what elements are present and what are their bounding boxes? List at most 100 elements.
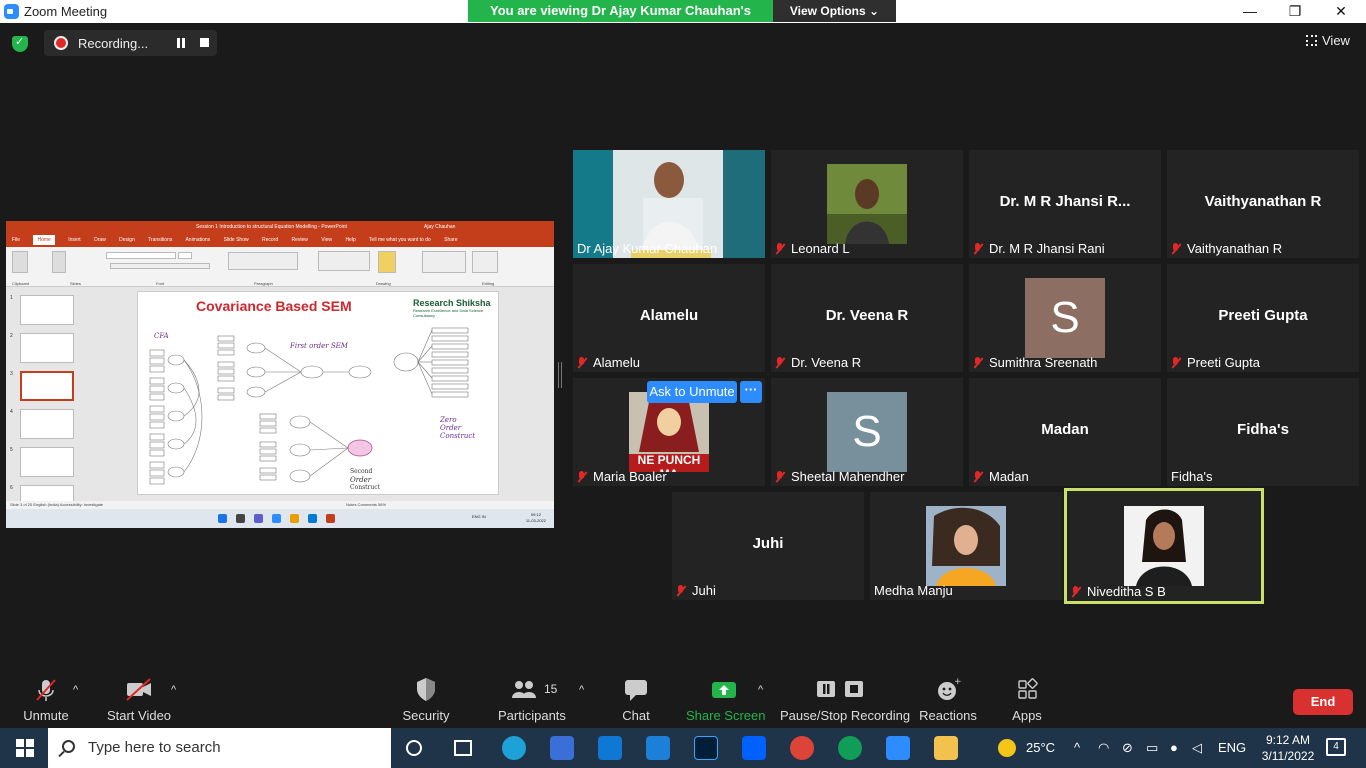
participant-display-name: Juhi (752, 535, 784, 552)
chat-label: Chat (622, 708, 650, 723)
people-glyph (512, 681, 536, 698)
shared-powerpoint-icon (326, 514, 335, 523)
weather-sun-icon[interactable] (998, 739, 1016, 757)
view-options-button[interactable]: View Options ⌄ (773, 0, 896, 22)
chat-button[interactable]: Chat (612, 674, 660, 728)
ppt-titlebar: Session 1 Introduction to structural Equ… (6, 221, 554, 233)
chrome-icon[interactable] (790, 736, 814, 760)
photoshop-icon[interactable] (694, 736, 718, 760)
store-icon[interactable] (550, 736, 574, 760)
muted-mic-icon (775, 471, 785, 483)
battery-icon[interactable]: ▭ (1146, 728, 1158, 768)
video-tile-veena[interactable]: Dr. Veena R Dr. Veena R (771, 264, 963, 372)
splitter-handle[interactable] (558, 362, 562, 388)
mail-icon[interactable] (598, 736, 622, 760)
cortana-icon[interactable] (406, 740, 422, 756)
notification-center-icon[interactable]: 4 (1326, 738, 1346, 756)
video-tile-sumithra[interactable]: S Sumithra Sreenath (969, 264, 1161, 372)
task-view-icon[interactable] (454, 740, 472, 756)
viewing-banner: You are viewing Dr Ajay Kumar Chauhan's … (468, 0, 773, 40)
ppt-tab-animations: Animations (185, 237, 211, 243)
edge-icon[interactable] (502, 736, 526, 760)
ask-to-unmute-button[interactable]: Ask to Unmute (647, 381, 737, 403)
ppt-tab-view: View (321, 237, 333, 243)
video-tile-juhi[interactable]: Juhi Juhi (672, 492, 864, 600)
slide-thumb (20, 295, 74, 325)
video-tile-madan[interactable]: Madan Madan (969, 378, 1161, 486)
encryption-shield-icon[interactable] (12, 35, 28, 52)
dropbox-icon[interactable] (742, 736, 766, 760)
video-tile-host[interactable]: Dr Ajay Kumar Chauhan (573, 150, 765, 258)
pause-recording-icon[interactable] (174, 36, 188, 50)
start-tile (26, 749, 34, 757)
ppt-shape-format (422, 251, 466, 273)
weather-temp[interactable]: 25°C (1026, 728, 1055, 768)
thumb-num: 3 (10, 371, 13, 377)
file-explorer-icon[interactable] (934, 736, 958, 760)
wifi-icon[interactable]: ◠ (1098, 728, 1109, 768)
more-options-button[interactable]: ··· (740, 381, 762, 403)
participants-button[interactable]: 15 Participants (498, 674, 566, 728)
reactions-icon: + (918, 674, 978, 704)
ppt-tab-draw: Draw (94, 237, 106, 243)
video-tile-preeti[interactable]: Preeti Gupta Preeti Gupta (1167, 264, 1359, 372)
shared-teams-icon (254, 514, 263, 523)
ppt-paste-icon (12, 251, 28, 273)
security-button[interactable]: Security (396, 674, 456, 728)
input-language[interactable]: ENG (1218, 728, 1246, 768)
participants-caret-icon[interactable]: ^ (579, 684, 584, 696)
stop-recording-icon[interactable] (200, 38, 209, 47)
participant-name: Dr. Veena R (791, 355, 862, 370)
skype-icon[interactable] (646, 736, 670, 760)
start-video-button[interactable]: Start Video (104, 674, 174, 728)
camera-glyph (126, 678, 151, 701)
volume-icon[interactable]: ◁ (1192, 728, 1202, 768)
reactions-button[interactable]: + Reactions (918, 674, 978, 728)
video-options-caret-icon[interactable]: ^ (171, 684, 176, 696)
windows-start-button[interactable] (16, 739, 34, 757)
video-tile-fidha[interactable]: Fidha's Fidha's (1167, 378, 1359, 486)
tray-expand-icon[interactable]: ^ (1074, 728, 1080, 768)
network-error-icon[interactable]: ⊘ (1122, 728, 1133, 768)
muted-mic-icon (973, 357, 983, 369)
muted-mic-icon (1171, 243, 1181, 255)
participant-display-name: Dr. Veena R (825, 307, 909, 324)
restore-icon[interactable]: ❐ (1272, 0, 1318, 23)
slide-thumb-selected (20, 371, 74, 401)
ppt-tab-insert: Insert (68, 237, 81, 243)
share-caret-icon[interactable]: ^ (758, 684, 763, 696)
participant-name: Leonard L (791, 241, 850, 256)
view-button[interactable]: View (1306, 33, 1350, 48)
chrome-profile-icon[interactable] (838, 736, 862, 760)
taskbar-clock[interactable]: 9:12 AM 3/11/2022 (1258, 732, 1318, 764)
share-screen-label: Share Screen (686, 708, 766, 723)
zoom-taskbar-icon[interactable] (886, 736, 910, 760)
video-tile-vaithyanathan[interactable]: Vaithyanathan R Vaithyanathan R (1167, 150, 1359, 258)
end-meeting-button[interactable]: End (1293, 689, 1353, 715)
share-screen-button[interactable]: Share Screen (686, 674, 766, 728)
microphone-tray-icon[interactable]: ● (1170, 728, 1178, 768)
close-icon[interactable]: ✕ (1318, 0, 1364, 23)
slide-thumb (20, 409, 74, 439)
thumb-num: 4 (10, 409, 13, 415)
pause-stop-recording-button[interactable]: Pause/Stop Recording (780, 674, 910, 728)
ppt-tab-home: Home (33, 235, 55, 245)
minimize-icon[interactable]: — (1227, 0, 1273, 23)
taskbar-search-box[interactable]: Type here to search (48, 728, 391, 768)
video-tile-sheetal[interactable]: S Sheetal Mahendher (771, 378, 963, 486)
video-tile-jhansi[interactable]: Dr. M R Jhansi R... Dr. M R Jhansi Rani (969, 150, 1161, 258)
audio-options-caret-icon[interactable]: ^ (73, 684, 78, 696)
apps-button[interactable]: Apps (1002, 674, 1052, 728)
medha-photo-art (926, 506, 1006, 586)
apps-icon (1002, 674, 1052, 704)
thumb-num: 6 (10, 485, 13, 491)
participant-name-row: Sumithra Sreenath (973, 355, 1097, 370)
video-tile-niveditha[interactable]: Niveditha S B (1064, 488, 1264, 604)
unmute-button[interactable]: Unmute (18, 674, 74, 728)
windows-taskbar: Type here to search 25°C ^ ◠ ⊘ ▭ ● ◁ ENG… (0, 728, 1366, 768)
video-tile-leonard[interactable]: Leonard L (771, 150, 963, 258)
video-tile-alamelu[interactable]: Alamelu Alamelu (573, 264, 765, 372)
video-tile-medha[interactable]: Medha Manju (870, 492, 1062, 600)
ppt-group-clipboard: Clipboard (12, 281, 30, 286)
participant-display-name: Preeti Gupta (1218, 307, 1308, 324)
